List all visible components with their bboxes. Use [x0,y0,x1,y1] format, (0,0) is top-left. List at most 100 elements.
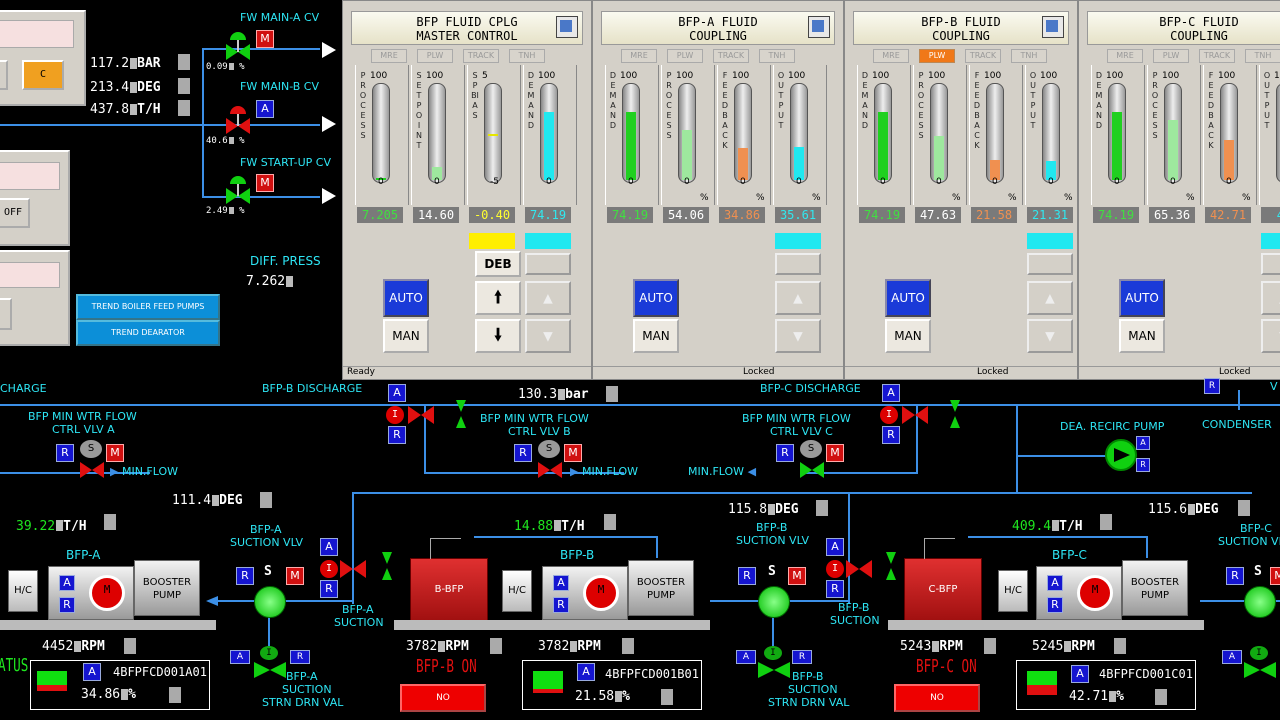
up-arrow-icon[interactable]: ▲ [775,281,821,315]
bfpc-disch-a-button[interactable]: A [882,384,900,402]
fw-main-a-mode-m[interactable]: M [256,30,274,48]
suction-vlv-a-valve-icon[interactable] [254,586,286,618]
mode-track[interactable]: TRACK [713,49,749,63]
mode-plw[interactable]: PLW [417,49,453,63]
bfpa-status-box[interactable]: A 4BFPFCD001A01 34.86% [30,660,210,710]
bfpb-status-a-button[interactable]: A [577,663,595,681]
raise-button-disabled[interactable] [1261,253,1280,275]
mode-mre[interactable]: MRE [1107,49,1143,63]
bfpb-disch2-i-icon[interactable]: I [826,560,844,578]
auto-button[interactable]: AUTO [633,279,679,317]
bfpa-a-button[interactable]: A [59,575,75,591]
bfpa-booster-pump[interactable]: BOOSTER PUMP [134,560,200,616]
minflow-b-r-button[interactable]: R [514,444,532,462]
strn-b-r-button[interactable]: R [792,650,812,664]
down-arrow-icon[interactable]: ▼ [525,319,571,353]
mode-mre[interactable]: MRE [873,49,909,63]
minflow-c-r-button[interactable]: R [776,444,794,462]
bfpc-a-button[interactable]: A [1047,575,1063,591]
strn-b-i-icon[interactable]: I [764,646,782,660]
bfpa-disch-valve-icon[interactable] [340,558,366,580]
bfpb-r-button[interactable]: R [553,597,569,613]
mode-tnh[interactable]: TNH [1011,49,1047,63]
strn-c-valve-icon[interactable] [1244,662,1276,678]
down-arrow-icon[interactable]: ▼ [1027,319,1073,353]
minflow-c-s-icon[interactable]: S [800,440,822,458]
bfpb-disch-a-button[interactable]: A [388,384,406,402]
suction-vlv-c-m-button[interactable]: M [1270,567,1280,585]
bfpc-status-a-button[interactable]: A [1071,665,1089,683]
bfpb-booster-pump[interactable]: BOOSTER PUMP [628,560,694,616]
raise-button-disabled[interactable] [525,253,571,275]
mode-track[interactable]: TRACK [1199,49,1235,63]
raise-arrow-button[interactable]: 🠙 [475,281,521,315]
trend-chart-icon[interactable] [808,16,830,38]
suction-vlv-a-r-button[interactable]: R [236,567,254,585]
bfpa-motor-icon[interactable]: M [89,575,125,611]
up-arrow-icon[interactable]: ▲ [1261,281,1280,315]
mode-plw[interactable]: PLW [1153,49,1189,63]
strn-a-a-button[interactable]: A [230,650,250,664]
fw-startup-valve-icon[interactable] [224,174,252,204]
mode-track[interactable]: TRACK [965,49,1001,63]
trend-dearator-button[interactable]: TREND DEARATOR [76,320,220,346]
strn-a-valve-icon[interactable] [254,662,286,678]
strn-a-r-button[interactable]: R [290,650,310,664]
up-arrow-icon[interactable]: ▲ [525,281,571,315]
bfpc-disch-r-button[interactable]: R [882,426,900,444]
dea-recirc-pump-icon[interactable] [1104,438,1138,472]
bfpb-disch2-r-button[interactable]: R [826,580,844,598]
minflow-b-m-button[interactable]: M [564,444,582,462]
fw-startup-mode-m[interactable]: M [256,174,274,192]
man-button[interactable]: MAN [885,319,931,353]
bfpa-status-a-button[interactable]: A [83,663,101,681]
man-button[interactable]: MAN [383,319,429,353]
bfpb-disch2-a-button[interactable]: A [826,538,844,556]
dea-recirc-a-button[interactable]: A [1136,436,1150,450]
fw-main-a-valve-icon[interactable] [224,30,252,60]
bfpc-no-button[interactable]: NO [894,684,980,712]
bfpb-a-button[interactable]: A [553,575,569,591]
trend-boiler-feed-pumps-button[interactable]: TREND BOILER FEED PUMPS [76,294,220,320]
suction-vlv-c-valve-icon[interactable] [1244,586,1276,618]
auto-button[interactable]: AUTO [1119,279,1165,317]
raise-button-disabled[interactable] [1027,253,1073,275]
bfpb-disch2-valve-icon[interactable] [846,558,872,580]
condenser-r-button[interactable]: R [1204,378,1220,394]
bfpc-disch-i-icon[interactable]: I [880,406,898,424]
mode-tnh[interactable]: TNH [509,49,545,63]
bfpc-disch-valve-icon[interactable] [902,404,928,426]
fw-main-b-mode-a[interactable]: A [256,100,274,118]
mode-plw[interactable]: PLW [667,49,703,63]
bfpb-no-button[interactable]: NO [400,684,486,712]
dea-recirc-r-button[interactable]: R [1136,458,1150,472]
panel-3-button[interactable] [0,298,12,330]
raise-button-disabled[interactable] [775,253,821,275]
down-arrow-icon[interactable]: ▼ [1261,319,1280,353]
mode-tnh[interactable]: TNH [1245,49,1280,63]
trend-chart-icon[interactable] [556,16,578,38]
bfpa-disch-r-button[interactable]: R [320,580,338,598]
mode-plw[interactable]: PLW [919,49,955,63]
minflow-a-r-button[interactable]: R [56,444,74,462]
mode-tnh[interactable]: TNH [759,49,795,63]
bfpb-status-box[interactable]: A 4BFPFCD001B01 21.58% [522,660,702,710]
bfpa-disch-i-icon[interactable]: I [320,560,338,578]
strn-a-i-icon[interactable]: I [260,646,278,660]
bfpc-status-box[interactable]: A 4BFPFCD001C01 42.71% [1016,660,1196,710]
minflow-c-valve-icon[interactable] [800,460,824,480]
strn-c-i-icon[interactable]: I [1250,646,1268,660]
off-button[interactable]: OFF [0,198,30,228]
minflow-b-valve-icon[interactable] [538,460,562,480]
fw-main-b-valve-icon[interactable] [224,104,252,134]
minflow-c-m-button[interactable]: M [826,444,844,462]
bfpb-disch-i-icon[interactable]: I [386,406,404,424]
c-bfp-pump[interactable]: C-BFP [904,558,982,622]
b-bfp-pump[interactable]: B-BFP [410,558,488,622]
bfpa-disch-a-button[interactable]: A [320,538,338,556]
down-arrow-icon[interactable]: ▼ [775,319,821,353]
mode-track[interactable]: TRACK [463,49,499,63]
minflow-a-s-icon[interactable]: S [80,440,102,458]
up-arrow-icon[interactable]: ▲ [1027,281,1073,315]
c-button[interactable]: C [22,60,64,90]
